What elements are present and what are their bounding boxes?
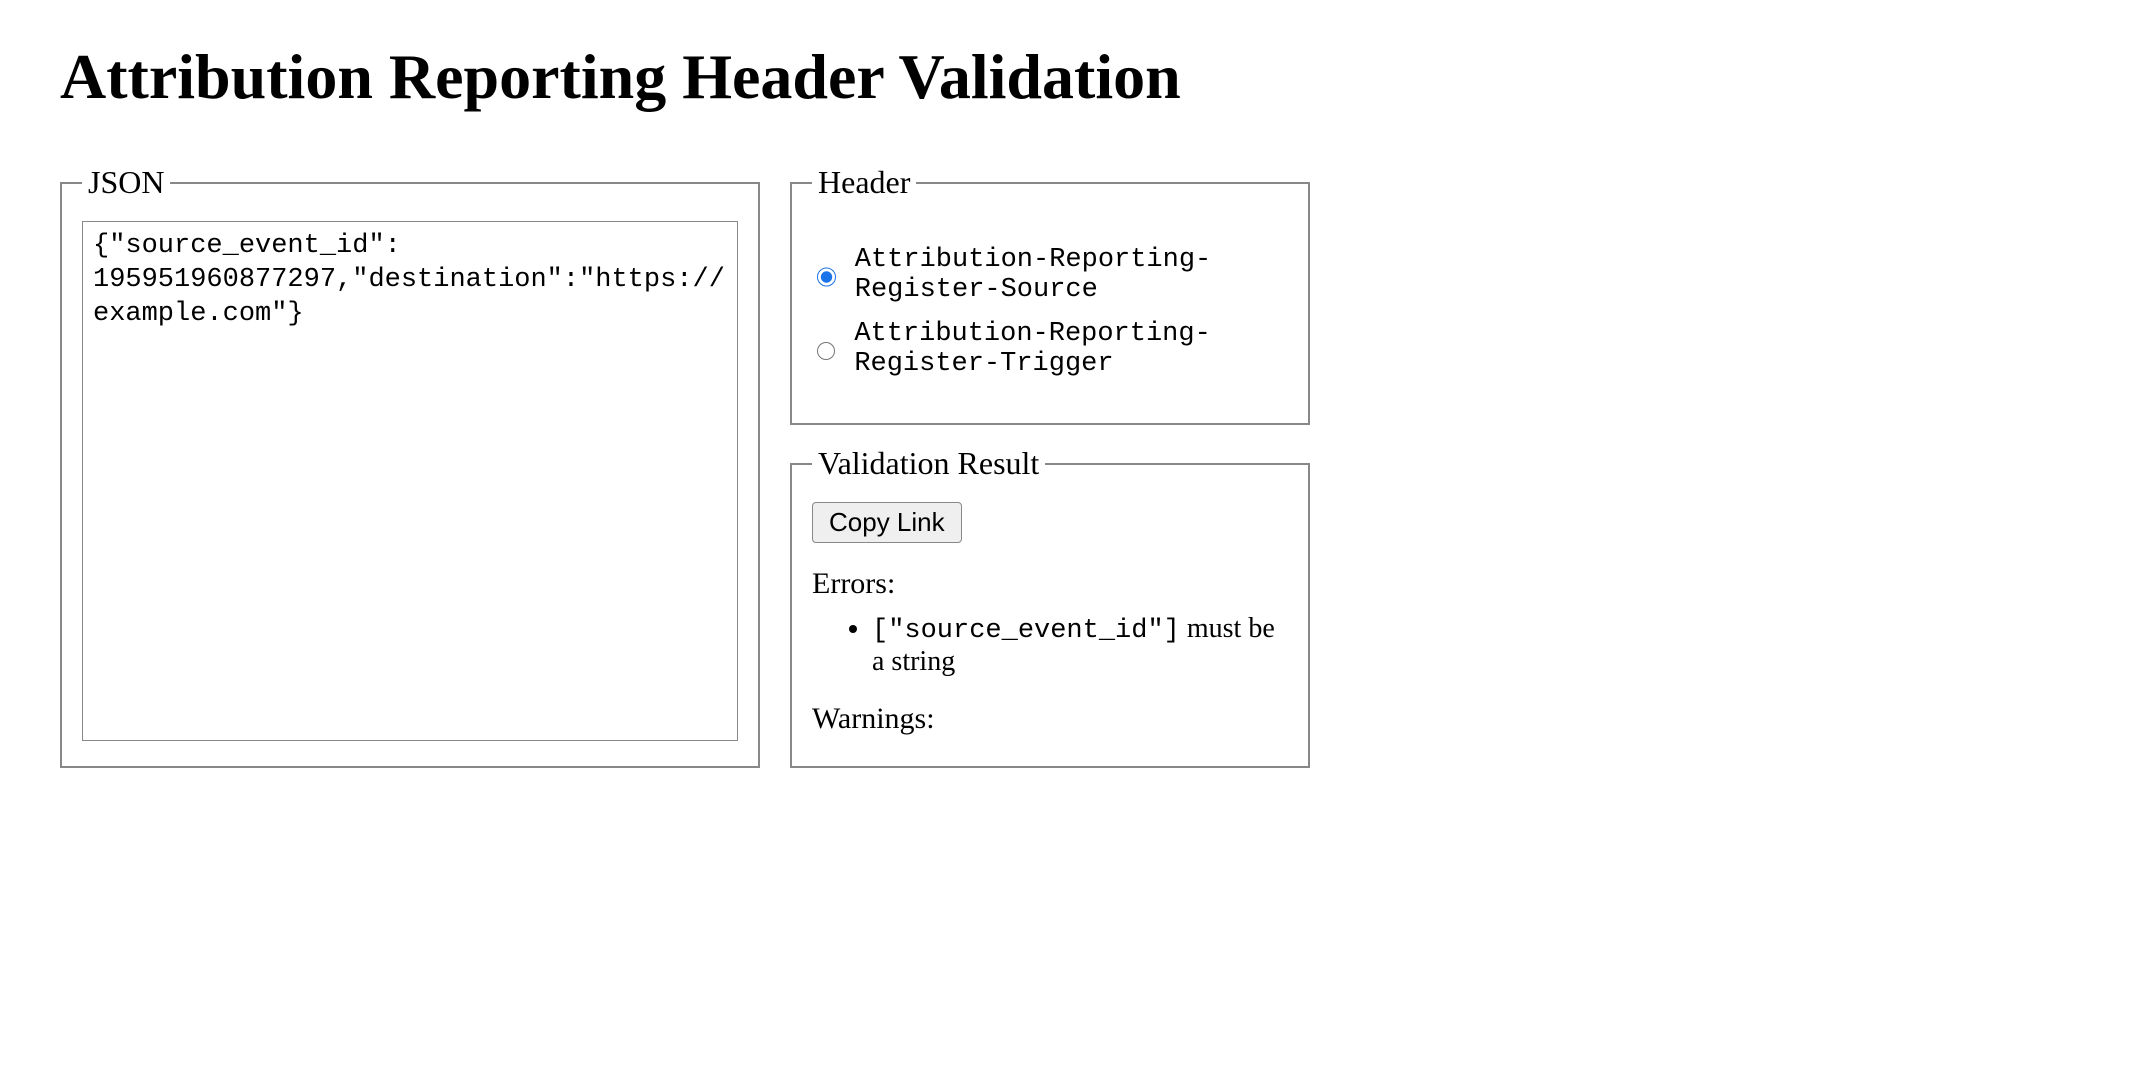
json-fieldset: JSON	[60, 164, 760, 768]
radio-source-label: Attribution-Reporting-Register-Source	[855, 245, 1288, 305]
page-title: Attribution Reporting Header Validation	[60, 40, 2090, 114]
result-legend: Validation Result	[812, 445, 1045, 482]
json-legend: JSON	[82, 164, 170, 201]
header-fieldset: Header Attribution-Reporting-Register-So…	[790, 164, 1310, 425]
json-input[interactable]	[82, 221, 738, 741]
json-column: JSON	[60, 164, 760, 768]
header-legend: Header	[812, 164, 916, 201]
radio-trigger-label: Attribution-Reporting-Register-Trigger	[854, 319, 1288, 379]
errors-heading: Errors:	[812, 567, 1288, 601]
radio-trigger[interactable]	[817, 338, 835, 364]
error-path: ["source_event_id"]	[872, 616, 1180, 646]
main-columns: JSON Header Attribution-Reporting-Regist…	[60, 164, 2090, 768]
radio-source[interactable]	[817, 264, 836, 290]
errors-list: ["source_event_id"] must be a string	[812, 613, 1288, 678]
result-fieldset: Validation Result Copy Link Errors: ["so…	[790, 445, 1310, 768]
copy-link-button[interactable]: Copy Link	[812, 502, 962, 543]
header-option-trigger[interactable]: Attribution-Reporting-Register-Trigger	[812, 319, 1288, 379]
header-option-source[interactable]: Attribution-Reporting-Register-Source	[812, 245, 1288, 305]
warnings-heading: Warnings:	[812, 702, 1288, 736]
right-column: Header Attribution-Reporting-Register-So…	[790, 164, 1310, 768]
error-item: ["source_event_id"] must be a string	[872, 613, 1288, 678]
